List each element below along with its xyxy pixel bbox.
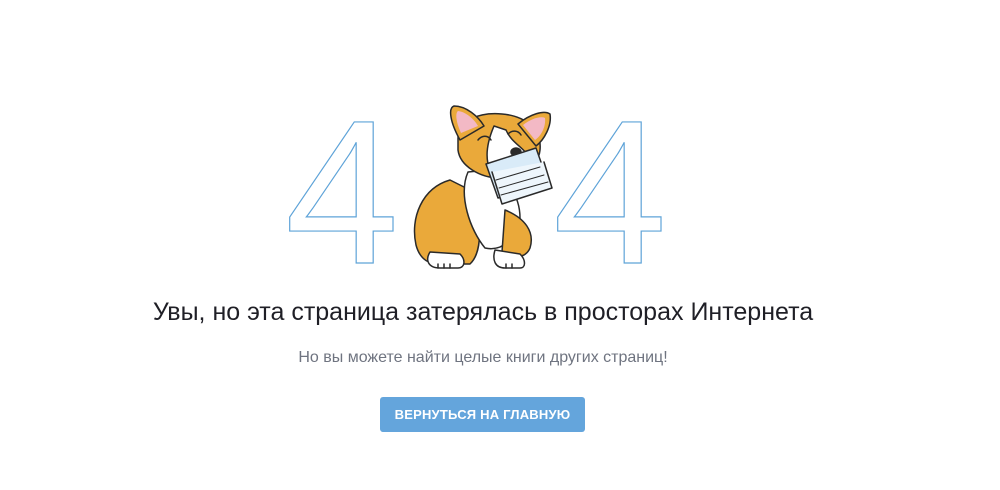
error-subtitle: Но вы можете найти целые книги других ст… [298, 349, 668, 366]
digit-four-left: 4 [285, 100, 399, 280]
digit-four-right: 4 [553, 100, 667, 280]
error-title: Увы, но эта страница затерялась в просто… [152, 298, 814, 326]
error-404-illustration: 4 4 [280, 77, 680, 307]
corgi-illustration [413, 105, 553, 269]
go-home-button[interactable]: ВЕРНУТЬСЯ НА ГЛАВНУЮ [380, 397, 585, 432]
